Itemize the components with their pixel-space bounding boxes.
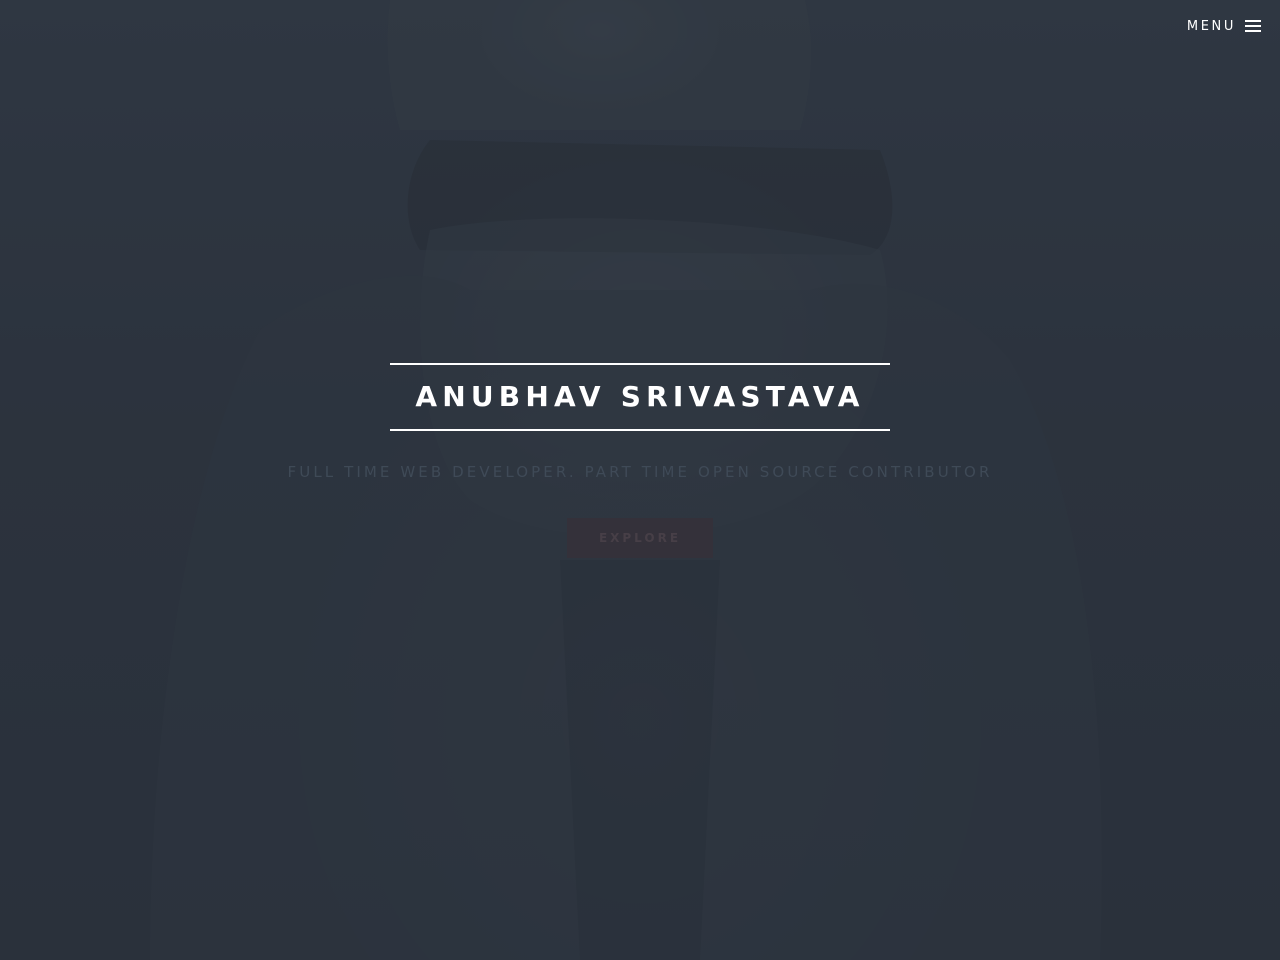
hero-title: ANUBHAV SRIVASTAVA [415, 380, 865, 413]
menu-toggle[interactable]: MENU [1187, 14, 1261, 38]
hamburger-menu-icon[interactable] [1245, 18, 1261, 34]
explore-button[interactable]: EXPLORE [567, 518, 713, 558]
hero-title-box: ANUBHAV SRIVASTAVA [390, 363, 890, 431]
hero-subtitle: FULL TIME WEB DEVELOPER. PART TIME OPEN … [287, 463, 993, 481]
menu-label: MENU [1186, 19, 1236, 34]
